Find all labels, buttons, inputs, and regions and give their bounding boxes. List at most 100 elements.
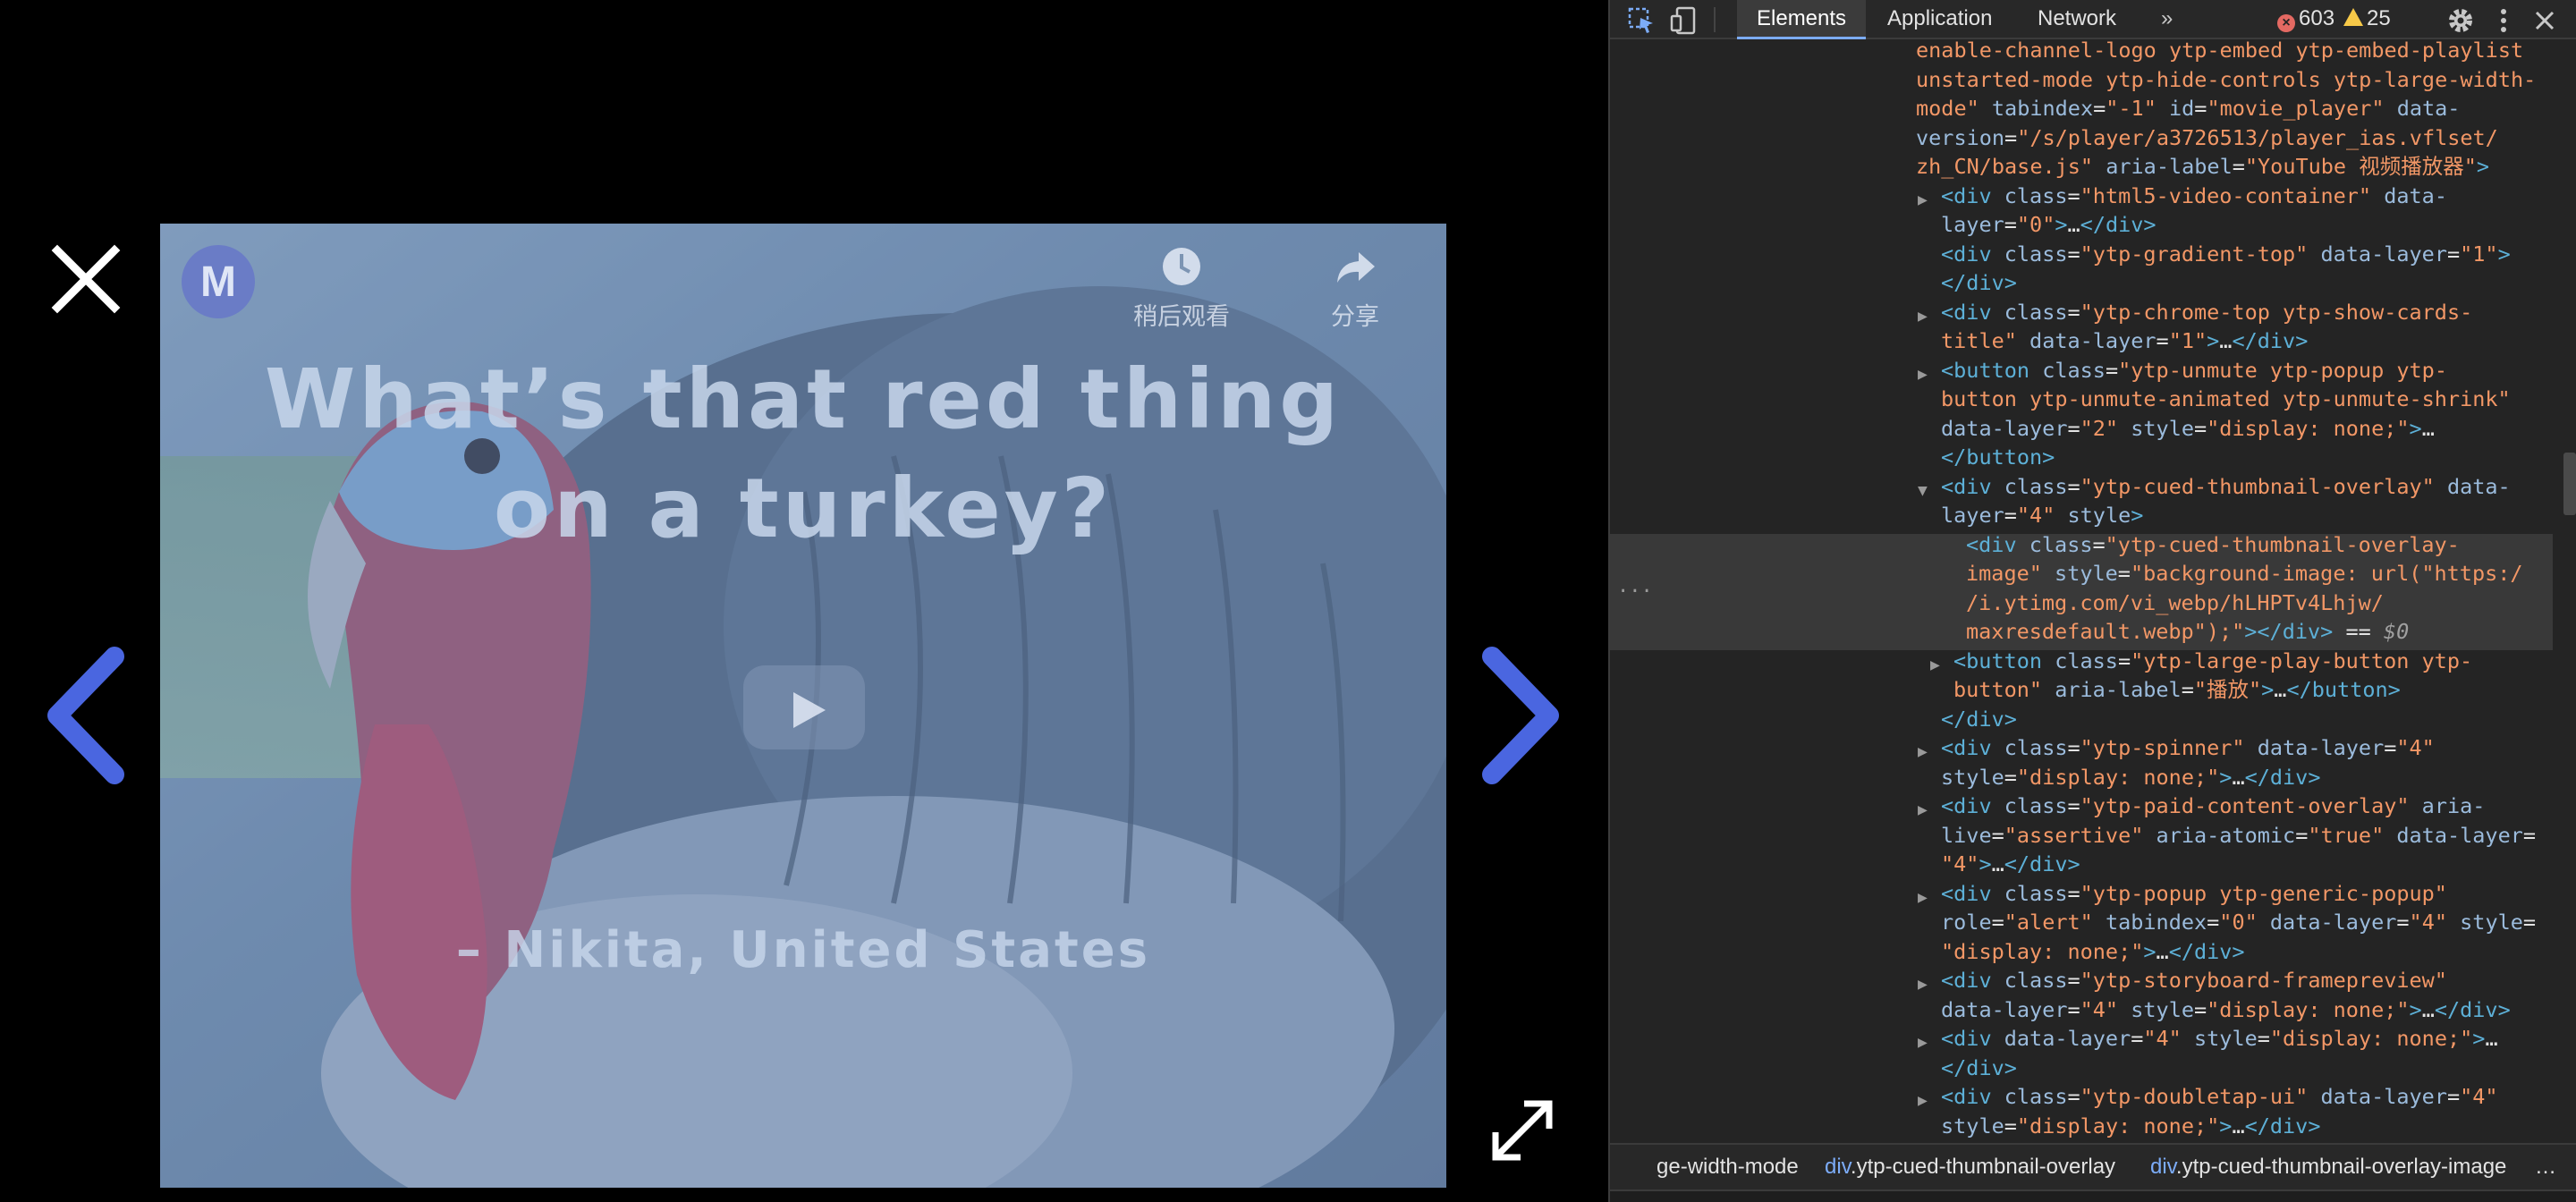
dom-tree-line[interactable]: data-layer="4" style="display: none;">…<… xyxy=(1941,995,2553,1025)
next-button[interactable] xyxy=(1476,644,1565,787)
error-count: 603 xyxy=(2299,6,2335,30)
expand-arrow-icon[interactable]: ▶ xyxy=(1918,884,1928,913)
dom-tree-line[interactable]: <div class="ytp-gradient-top" data-layer… xyxy=(1941,240,2553,269)
warning-icon xyxy=(2343,8,2364,26)
watch-later-label: 稍后观看 xyxy=(1133,303,1230,330)
breadcrumb-item[interactable]: ge-width-mode xyxy=(1657,1145,1799,1189)
dom-tree-line[interactable]: <div class="ytp-paid-content-overlay" ar… xyxy=(1941,791,2553,821)
large-play-button[interactable] xyxy=(743,665,865,749)
dom-tree-line[interactable]: <div class="html5-video-container" data- xyxy=(1941,182,2553,211)
scrollbar-thumb[interactable] xyxy=(2563,453,2576,515)
previous-button[interactable] xyxy=(41,644,131,787)
dom-tree-line[interactable]: /i.ytimg.com/vi_webp/hLHPTv4Lhjw/ xyxy=(1966,588,2553,618)
dom-tree-line[interactable]: button ytp-unmute-animated ytp-unmute-sh… xyxy=(1941,385,2553,414)
dom-tree-line[interactable]: image" style="background-image: url("htt… xyxy=(1966,559,2553,588)
breadcrumb-tag: div xyxy=(1825,1155,1851,1179)
breadcrumb-tag: div xyxy=(2150,1155,2176,1179)
dom-tree-line[interactable]: </div> xyxy=(1941,1054,2553,1083)
breadcrumb-more[interactable]: … xyxy=(2535,1145,2556,1189)
play-icon xyxy=(793,692,826,728)
more-tabs-button[interactable]: » xyxy=(2141,0,2192,39)
dom-tree-line[interactable]: <div class="ytp-chrome-top ytp-show-card… xyxy=(1941,298,2553,327)
close-button[interactable] xyxy=(50,243,122,315)
breadcrumb-item[interactable]: div.ytp-cued-thumbnail-overlay-image xyxy=(2150,1145,2506,1189)
breadcrumb-class: .ytp-cued-thumbnail-overlay-image xyxy=(2175,1155,2507,1179)
tab-application[interactable]: Application xyxy=(1868,0,2012,39)
video-title-line-1: What’s that red thing xyxy=(264,351,1343,447)
video-title-line-2: on a turkey? xyxy=(493,461,1114,556)
dom-tree-line[interactable]: zh_CN/base.js" aria-label="YouTube 视频播放器… xyxy=(1916,152,2553,182)
error-icon: × xyxy=(2277,14,2295,32)
node-actions-dots[interactable]: ··· xyxy=(1617,578,1653,607)
gear-icon[interactable] xyxy=(2445,5,2476,36)
toolbar-separator xyxy=(1714,7,1716,32)
collapse-arrow-icon[interactable]: ▼ xyxy=(1918,477,1928,506)
breadcrumb-class: ge-width-mode xyxy=(1657,1155,1799,1179)
expand-arrow-icon[interactable]: ▶ xyxy=(1918,1028,1928,1058)
breadcrumb-class: .ytp-cued-thumbnail-overlay xyxy=(1850,1155,2116,1179)
fullscreen-button[interactable] xyxy=(1485,1093,1560,1168)
video-title: What’s that red thing on a turkey? xyxy=(160,345,1446,563)
dom-tree-line[interactable]: live="assertive" aria-atomic="true" data… xyxy=(1941,821,2553,851)
warning-count: 25 xyxy=(2367,6,2391,30)
chevron-left-icon xyxy=(47,647,124,784)
dom-tree-line[interactable]: <div class="ytp-doubletap-ui" data-layer… xyxy=(1941,1082,2553,1112)
dom-tree-line[interactable]: <div class="ytp-cued-thumbnail-overlay" … xyxy=(1941,472,2553,502)
dom-tree-line[interactable]: <div class="ytp-spinner" data-layer="4" xyxy=(1941,733,2553,763)
expand-arrow-icon[interactable]: ▶ xyxy=(1918,1087,1928,1116)
expand-arrow-icon[interactable]: ▶ xyxy=(1918,970,1928,1000)
dom-tree-line[interactable]: version="/s/player/a3726513/player_ias.v… xyxy=(1916,123,2553,153)
expand-arrow-icon[interactable]: ▶ xyxy=(1918,738,1928,767)
issue-counters[interactable]: × 603 25 xyxy=(2277,0,2391,39)
share-button[interactable]: 分享 xyxy=(1310,243,1400,332)
dom-tree-line[interactable]: </div> xyxy=(1941,705,2553,734)
dom-tree-line[interactable]: maxresdefault.webp");"></div> == $0 xyxy=(1966,617,2553,647)
video-player[interactable]: M 稍后观看 分享 What’s that red thing on a tur… xyxy=(160,224,1446,1188)
dom-tree-line[interactable]: layer="4" style> xyxy=(1941,501,2553,530)
dom-tree-line[interactable]: <button class="ytp-unmute ytp-popup ytp- xyxy=(1941,356,2553,385)
share-label: 分享 xyxy=(1331,303,1379,330)
tab-network[interactable]: Network xyxy=(2018,0,2136,39)
dom-tree-line[interactable]: button" aria-label="播放">…</button> xyxy=(1953,675,2553,705)
dom-tree-line[interactable]: layer="0">…</div> xyxy=(1941,210,2553,240)
expand-arrow-icon[interactable]: ▶ xyxy=(1918,360,1928,390)
watch-later-button[interactable]: 稍后观看 xyxy=(1128,243,1235,332)
dom-tree-line[interactable]: unstarted-mode ytp-hide-controls ytp-lar… xyxy=(1916,65,2553,95)
close-devtools-icon[interactable] xyxy=(2529,5,2560,36)
expand-icon xyxy=(1492,1100,1553,1161)
channel-logo-letter: M xyxy=(200,258,236,306)
devtools-panel: Elements Application Network » × 603 25 ··… xyxy=(1608,0,2576,1202)
dom-tree-line[interactable]: title" data-layer="1">…</div> xyxy=(1941,326,2553,356)
share-icon xyxy=(1337,252,1375,283)
more-options-icon[interactable] xyxy=(2488,5,2519,36)
dom-tree-line[interactable]: "display: none;">…</div> xyxy=(1941,937,2553,967)
dom-tree-line[interactable]: style="display: none;">…</div> xyxy=(1941,763,2553,792)
dom-tree-line[interactable]: <div class="ytp-cued-thumbnail-overlay- xyxy=(1966,530,2553,560)
dom-tree-line[interactable]: </div> xyxy=(1941,268,2553,298)
dom-tree-line[interactable]: "4">…</div> xyxy=(1941,850,2553,879)
dom-tree-line[interactable]: <div data-layer="4" style="display: none… xyxy=(1941,1024,2553,1054)
expand-arrow-icon[interactable]: ▶ xyxy=(1918,186,1928,216)
device-toolbar-icon[interactable] xyxy=(1669,5,1699,36)
dom-tree-line[interactable]: <div class="ytp-popup ytp-generic-popup" xyxy=(1941,879,2553,909)
dom-tree-line[interactable]: style="display: none;">…</div> xyxy=(1941,1112,2553,1141)
video-author: – Nikita, United States xyxy=(455,921,1151,979)
devtools-toolbar: Elements Application Network » × 603 25 xyxy=(1610,0,2576,39)
dom-tree-line[interactable]: <div class="ytp-storyboard-framepreview" xyxy=(1941,966,2553,995)
dom-tree-line[interactable]: enable-channel-logo ytp-embed ytp-embed-… xyxy=(1916,41,2553,65)
inspect-element-icon[interactable] xyxy=(1626,5,1657,36)
expand-arrow-icon[interactable]: ▶ xyxy=(1930,651,1940,681)
breadcrumb-item[interactable]: div.ytp-cued-thumbnail-overlay xyxy=(1825,1145,2115,1189)
dom-tree-line[interactable]: mode" tabindex="-1" id="movie_player" da… xyxy=(1916,94,2553,123)
dom-tree-line[interactable]: data-layer="2" style="display: none;">… xyxy=(1941,414,2553,444)
expand-arrow-icon[interactable]: ▶ xyxy=(1918,302,1928,332)
dom-tree-line[interactable]: role="alert" tabindex="0" data-layer="4"… xyxy=(1941,908,2553,937)
tab-elements[interactable]: Elements xyxy=(1737,0,1867,39)
elements-tree[interactable]: ··· enable-channel-logo ytp-embed ytp-em… xyxy=(1610,41,2576,1143)
close-icon xyxy=(51,244,121,314)
breadcrumb: … ge-width-mode div.ytp-cued-thumbnail-ov… xyxy=(1610,1143,2576,1189)
dom-tree-line[interactable]: <button class="ytp-large-play-button ytp… xyxy=(1953,647,2553,676)
dom-tree-line[interactable]: </button> xyxy=(1941,443,2553,472)
expand-arrow-icon[interactable]: ▶ xyxy=(1918,796,1928,825)
channel-logo[interactable]: M xyxy=(182,245,255,318)
